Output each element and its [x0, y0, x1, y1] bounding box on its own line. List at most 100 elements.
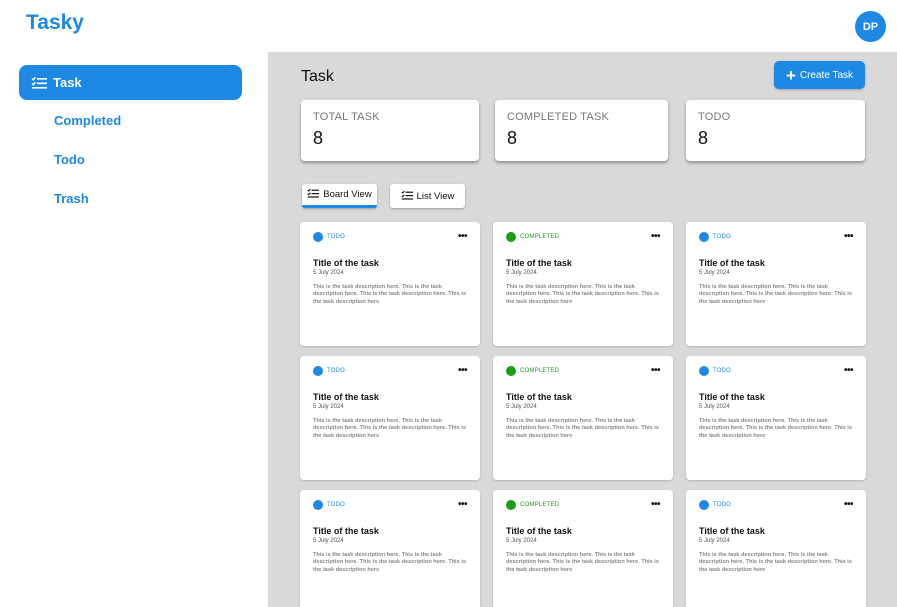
card-header: COMPLETED ••• — [506, 499, 661, 510]
task-date: 5 July 2024 — [313, 538, 344, 544]
stat-value: 8 — [698, 128, 709, 148]
sidebar-item-todo[interactable]: Todo — [19, 142, 242, 177]
status-label: TODO — [327, 367, 346, 374]
sidebar-item-label: Todo — [54, 152, 85, 167]
task-title: Title of the task — [313, 258, 379, 268]
more-options-icon[interactable]: ••• — [651, 231, 661, 242]
task-date: 5 July 2024 — [313, 404, 344, 410]
more-options-icon[interactable]: ••• — [651, 365, 661, 376]
create-task-label: Create Task — [799, 69, 854, 81]
card-header: COMPLETED ••• — [506, 231, 661, 242]
stat-label: COMPLETED TASK — [507, 111, 610, 123]
status-label: TODO — [713, 501, 732, 508]
page-title: Task — [301, 68, 334, 85]
task-title: Title of the task — [699, 258, 765, 268]
task-card[interactable]: COMPLETED ••• Title of the task 5 July 2024… — [493, 222, 673, 346]
plus-icon: + — [785, 65, 796, 85]
user-avatar[interactable]: DP — [855, 11, 886, 42]
status-dot-icon — [699, 499, 709, 510]
status-label: COMPLETED — [520, 233, 560, 240]
sidebar-item-trash[interactable]: Trash — [19, 181, 242, 216]
task-title: Title of the task — [506, 258, 572, 268]
status-dot-icon — [313, 231, 323, 242]
card-header: TODO ••• — [313, 365, 468, 376]
status-badge: TODO — [313, 231, 346, 242]
status-badge: COMPLETED — [506, 365, 560, 376]
sidebar-item-completed[interactable]: Completed — [19, 103, 242, 138]
more-options-icon[interactable]: ••• — [458, 365, 468, 376]
task-card[interactable]: TODO ••• Title of the task 5 July 2024 This … — [300, 222, 480, 346]
board-list-icon — [307, 188, 320, 201]
task-title: Title of the task — [699, 392, 765, 402]
create-task-button[interactable]: + Create Task — [774, 61, 865, 89]
task-title: Title of the task — [313, 392, 379, 402]
status-badge: TODO — [699, 499, 732, 510]
sidebar-item-label: Task — [53, 75, 82, 90]
stat-label: TOTAL TASK — [313, 111, 380, 123]
status-dot-icon — [313, 365, 323, 376]
task-card[interactable]: TODO ••• Title of the task 5 July 2024 This … — [686, 222, 866, 346]
card-header: TODO ••• — [313, 231, 468, 242]
status-badge: TODO — [313, 365, 346, 376]
task-date: 5 July 2024 — [506, 404, 537, 410]
stat-card-todo: TODO 8 — [686, 100, 865, 161]
more-options-icon[interactable]: ••• — [651, 499, 661, 510]
card-header: TODO ••• — [699, 499, 854, 510]
more-options-icon[interactable]: ••• — [458, 499, 468, 510]
main-content: Task + Create Task TOTAL TASK 8 COMPLETE… — [268, 52, 897, 607]
more-options-icon[interactable]: ••• — [844, 365, 854, 376]
more-options-icon[interactable]: ••• — [844, 499, 854, 510]
board-view-label: Board View — [323, 189, 372, 200]
more-options-icon[interactable]: ••• — [844, 231, 854, 242]
task-title: Title of the task — [506, 392, 572, 402]
status-badge: COMPLETED — [506, 231, 560, 242]
board-view-button[interactable]: Board View — [302, 184, 377, 208]
status-label: COMPLETED — [520, 367, 560, 374]
task-date: 5 July 2024 — [506, 538, 537, 544]
stat-card-total: TOTAL TASK 8 — [301, 100, 479, 161]
task-title: Title of the task — [699, 526, 765, 536]
app-logo[interactable]: Tasky — [26, 11, 84, 35]
stat-label: TODO — [698, 111, 731, 123]
status-badge: TODO — [313, 499, 346, 510]
task-date: 5 July 2024 — [699, 270, 730, 276]
task-card[interactable]: TODO ••• Title of the task 5 July 2024 This … — [686, 356, 866, 480]
status-label: TODO — [713, 233, 732, 240]
more-options-icon[interactable]: ••• — [458, 231, 468, 242]
task-description: This is the task description here. This … — [506, 418, 659, 439]
stat-card-completed: COMPLETED TASK 8 — [495, 100, 668, 161]
task-description: This is the task description here. This … — [313, 284, 466, 305]
status-badge: TODO — [699, 231, 732, 242]
task-date: 5 July 2024 — [313, 270, 344, 276]
sidebar-item-label: Completed — [54, 113, 122, 128]
status-dot-icon — [699, 231, 709, 242]
task-card[interactable]: TODO ••• Title of the task 5 July 2024 This … — [300, 490, 480, 607]
status-label: TODO — [713, 367, 732, 374]
task-description: This is the task description here. This … — [313, 552, 466, 573]
task-date: 5 July 2024 — [699, 404, 730, 410]
status-dot-icon — [506, 499, 516, 510]
task-card[interactable]: TODO ••• Title of the task 5 July 2024 This … — [686, 490, 866, 607]
card-header: TODO ••• — [313, 499, 468, 510]
task-card[interactable]: TODO ••• Title of the task 5 July 2024 This … — [300, 356, 480, 480]
status-dot-icon — [699, 365, 709, 376]
app-root: Tasky DP Task Completed Todo Trash Task … — [0, 0, 897, 607]
task-date: 5 July 2024 — [506, 270, 537, 276]
card-header: TODO ••• — [699, 365, 854, 376]
status-badge: TODO — [699, 365, 732, 376]
sidebar-item-task[interactable]: Task — [19, 65, 242, 100]
card-header: COMPLETED ••• — [506, 365, 661, 376]
stat-value: 8 — [507, 128, 518, 148]
status-label: TODO — [327, 501, 346, 508]
status-label: TODO — [327, 233, 346, 240]
stat-value: 8 — [313, 128, 324, 148]
task-card[interactable]: COMPLETED ••• Title of the task 5 July 2024… — [493, 490, 673, 607]
task-description: This is the task description here. This … — [699, 552, 852, 573]
task-description: This is the task description here. This … — [313, 418, 466, 439]
list-view-button[interactable]: List View — [390, 184, 465, 208]
task-description: This is the task description here. This … — [699, 284, 852, 305]
card-header: TODO ••• — [699, 231, 854, 242]
task-card[interactable]: COMPLETED ••• Title of the task 5 July 2024… — [493, 356, 673, 480]
status-label: COMPLETED — [520, 501, 560, 508]
status-dot-icon — [506, 365, 516, 376]
